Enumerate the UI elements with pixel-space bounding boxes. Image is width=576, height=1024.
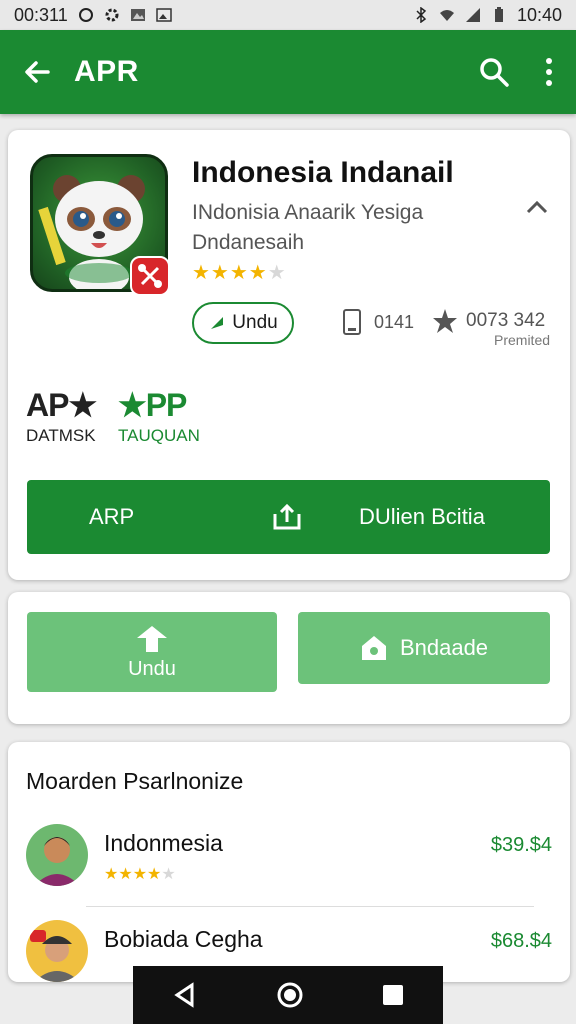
green-bar-right-label: DUlien Bcitia bbox=[359, 504, 485, 529]
size-meta: 0141 bbox=[342, 308, 414, 336]
system-nav-bar bbox=[133, 966, 443, 1024]
install-button-label: Bndaade bbox=[399, 635, 489, 660]
list-item-price: $39.$4 bbox=[490, 834, 552, 856]
star-icon bbox=[433, 309, 457, 333]
page-title: APR bbox=[74, 55, 139, 88]
download-icon bbox=[211, 317, 224, 329]
install-button[interactable]: Bndaade bbox=[298, 612, 550, 684]
avatar bbox=[26, 920, 88, 982]
list-card: Moarden Psarlnonize Indonmesia ★★★★★ $39… bbox=[8, 742, 570, 982]
divider bbox=[86, 906, 534, 907]
app-bar: APR bbox=[0, 30, 576, 114]
actions-card: Undu Bndaade bbox=[8, 592, 570, 724]
nav-home-icon[interactable] bbox=[276, 981, 304, 1009]
list-item-price: $68.$4 bbox=[490, 930, 552, 952]
photo-icon bbox=[155, 8, 172, 22]
star-empty-icon: ★ bbox=[267, 262, 287, 284]
green-bar-left-label: ARP bbox=[89, 504, 135, 529]
nav-recents-icon[interactable] bbox=[382, 984, 404, 1006]
more-vert-icon[interactable] bbox=[544, 57, 554, 87]
wifi-icon bbox=[439, 10, 454, 21]
download-button-label: Undu bbox=[128, 657, 176, 680]
avatar bbox=[26, 824, 88, 886]
tag-ap-sub: DATMSK bbox=[26, 426, 96, 445]
image-icon bbox=[130, 9, 145, 21]
list-item-name: Indonmesia bbox=[104, 830, 223, 856]
tag-pp-title: ★PP bbox=[118, 387, 187, 423]
downloads-meta: 0073 342 bbox=[432, 308, 545, 334]
tag-ap-title: AP★ bbox=[26, 387, 97, 423]
app-rating: ★★★★★ bbox=[192, 260, 287, 285]
tag-pp-sub: TAUQUAN bbox=[118, 426, 200, 445]
upload-arrow-icon bbox=[137, 625, 167, 652]
status-left-text: 00:311 bbox=[14, 4, 68, 25]
nav-back-icon[interactable] bbox=[172, 982, 198, 1008]
tag-ap: AP★ DATMSK bbox=[26, 386, 97, 446]
size-value: 0141 bbox=[374, 311, 415, 332]
status-time: 10:40 bbox=[516, 4, 562, 25]
app-name: Indonesia Indanail bbox=[192, 156, 454, 189]
back-arrow-icon[interactable] bbox=[22, 57, 52, 87]
app-subtitle: INdonisia Anaarik Yesiga Dndanesaih bbox=[192, 201, 424, 254]
app-badge-icon bbox=[130, 256, 170, 296]
list-item-rating: ★★★★★ bbox=[104, 866, 176, 883]
chevron-up-icon[interactable] bbox=[526, 200, 548, 214]
green-action-bar[interactable]: ARP DUlien Bcitia bbox=[27, 480, 550, 554]
install-pill-label: Undu bbox=[232, 312, 278, 333]
star-icon: ★★★★ bbox=[192, 262, 268, 284]
battery-icon bbox=[494, 7, 503, 22]
tag-pp: ★PP TAUQUAN bbox=[118, 386, 200, 446]
notification-icon bbox=[78, 8, 93, 22]
downloads-value: 0073 342 bbox=[466, 310, 546, 331]
list-item[interactable]: Indonmesia ★★★★★ $39.$4 bbox=[26, 824, 552, 904]
list-item-name: Bobiada Cegha bbox=[104, 926, 263, 952]
status-bar: 00:311 10:40 bbox=[0, 0, 576, 30]
share-box-icon bbox=[273, 503, 301, 530]
downloads-sub: Premited bbox=[494, 332, 551, 348]
app-detail-card: Indonesia Indanail INdonisia Anaarik Yes… bbox=[8, 130, 570, 580]
home-package-icon bbox=[361, 636, 386, 660]
section-title: Moarden Psarlnonize bbox=[26, 768, 244, 794]
search-icon[interactable] bbox=[478, 56, 510, 88]
install-pill-button[interactable]: Undu bbox=[192, 302, 294, 344]
phone-icon bbox=[343, 309, 361, 335]
gear-icon bbox=[105, 8, 119, 22]
bluetooth-icon bbox=[416, 7, 427, 23]
download-button[interactable]: Undu bbox=[27, 612, 277, 692]
signal-icon bbox=[465, 8, 480, 22]
